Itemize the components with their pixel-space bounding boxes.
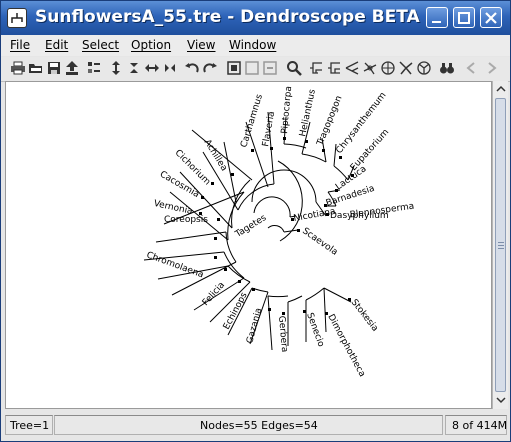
rotate-right-icon[interactable] (202, 60, 218, 76)
title-bar[interactable]: SunflowersA_55.tre - Dendroscope BETA (1, 1, 510, 35)
expand-horizontal-icon[interactable] (144, 60, 160, 76)
tree-status-text: Tree=1 (10, 419, 50, 432)
circular-cladogram-icon[interactable] (380, 60, 396, 76)
grip-line (498, 248, 504, 249)
contract-vertical-icon[interactable] (126, 60, 142, 76)
find-icon[interactable] (286, 60, 302, 76)
next-tree-icon[interactable] (484, 60, 500, 76)
menu-edit[interactable]: Edit (45, 38, 68, 52)
rotate-left-icon[interactable] (184, 60, 200, 76)
rectangular-phylogram-icon[interactable] (308, 60, 324, 76)
window-title: SunflowersA_55.tre - Dendroscope BETA (35, 7, 420, 27)
close-button[interactable] (480, 7, 502, 28)
save-icon[interactable] (46, 60, 62, 76)
rectangular-cladogram-icon[interactable] (326, 60, 342, 76)
tree-canvas[interactable]: Carthamnus Flaveria Piptocarpa Helianthu… (5, 81, 492, 409)
leaf-label[interactable]: Scaevola (300, 226, 339, 257)
minimize-button[interactable] (426, 7, 448, 28)
menu-view[interactable]: View (187, 38, 215, 52)
previous-tree-icon[interactable] (463, 60, 479, 76)
leaf-label[interactable]: Helianthus (298, 88, 318, 137)
nodes-edges-status: Nodes=55 Edges=54 (54, 415, 443, 435)
application-window: SunflowersA_55.tre - Dendroscope BETA Fi… (0, 0, 511, 442)
leaf-label[interactable]: Stokesia (349, 298, 380, 334)
leaf-label[interactable]: Gerbera (276, 315, 289, 352)
zoom-out-icon[interactable] (262, 60, 278, 76)
leaf-label[interactable]: Barnadesia (325, 184, 376, 209)
dendroscope-app-icon[interactable] (7, 8, 27, 28)
leaf-label[interactable]: Felicia (201, 280, 227, 308)
phylogenetic-tree[interactable]: Carthamnus Flaveria Piptocarpa Helianthu… (6, 82, 491, 408)
format-icon[interactable] (86, 60, 102, 76)
print-icon[interactable] (10, 60, 26, 76)
zoom-box-icon[interactable] (244, 60, 260, 76)
nodes-edges-text: Nodes=55 Edges=54 (200, 419, 318, 432)
toolbar (1, 57, 510, 82)
grip-line (498, 245, 504, 246)
contract-horizontal-icon[interactable] (162, 60, 178, 76)
menu-bar: File Edit Select Option View Window (1, 35, 510, 56)
expand-vertical-icon[interactable] (108, 60, 124, 76)
memory-status: 8 of 414M (445, 415, 507, 435)
status-bar: Tree=1 Nodes=55 Edges=54 8 of 414M (1, 410, 510, 441)
radial-cladogram-icon[interactable] (416, 60, 432, 76)
leaf-label[interactable]: Piptocarpa (280, 86, 294, 135)
leaf-label[interactable]: Tragopogon (315, 94, 344, 148)
menu-select[interactable]: Select (82, 38, 119, 52)
leaf-label[interactable]: Tagetes (233, 213, 269, 240)
slanted-cladogram-icon[interactable] (344, 60, 360, 76)
menu-file[interactable]: File (10, 38, 30, 52)
scroll-down-icon[interactable] (494, 393, 508, 407)
scroll-up-icon[interactable] (494, 82, 508, 96)
leaf-label[interactable]: Achillea (202, 138, 229, 173)
binoculars-icon[interactable] (439, 60, 455, 76)
zoom-fit-icon[interactable] (226, 60, 242, 76)
leaf-label[interactable]: Senecio (304, 312, 326, 349)
memory-text: 8 of 414M (452, 419, 508, 432)
menu-option[interactable]: Option (131, 38, 171, 52)
maximize-icon (458, 12, 470, 24)
open-icon[interactable] (28, 60, 44, 76)
leaf-label[interactable]: Dimorphotheca (325, 313, 366, 379)
tree-status: Tree=1 (5, 415, 53, 435)
vertical-scrollbar[interactable] (492, 81, 508, 409)
close-icon (485, 12, 497, 24)
leaf-label[interactable]: Flaveria (261, 111, 277, 148)
export-icon[interactable] (64, 60, 80, 76)
grip-line (498, 242, 504, 243)
circular-phylogram-icon[interactable] (362, 60, 378, 76)
scrollbar-thumb[interactable] (495, 98, 506, 392)
leaf-label[interactable]: Gazania (245, 307, 264, 345)
leaf-label[interactable]: Coreopsis (164, 215, 208, 225)
leaf-label[interactable]: Nicotiana (293, 207, 337, 224)
menu-window[interactable]: Window (229, 38, 276, 52)
leaf-labels: Carthamnus Flaveria Piptocarpa Helianthu… (145, 86, 415, 379)
maximize-button[interactable] (453, 7, 475, 28)
radial-phylogram-icon[interactable] (398, 60, 414, 76)
minimize-icon (432, 21, 441, 23)
